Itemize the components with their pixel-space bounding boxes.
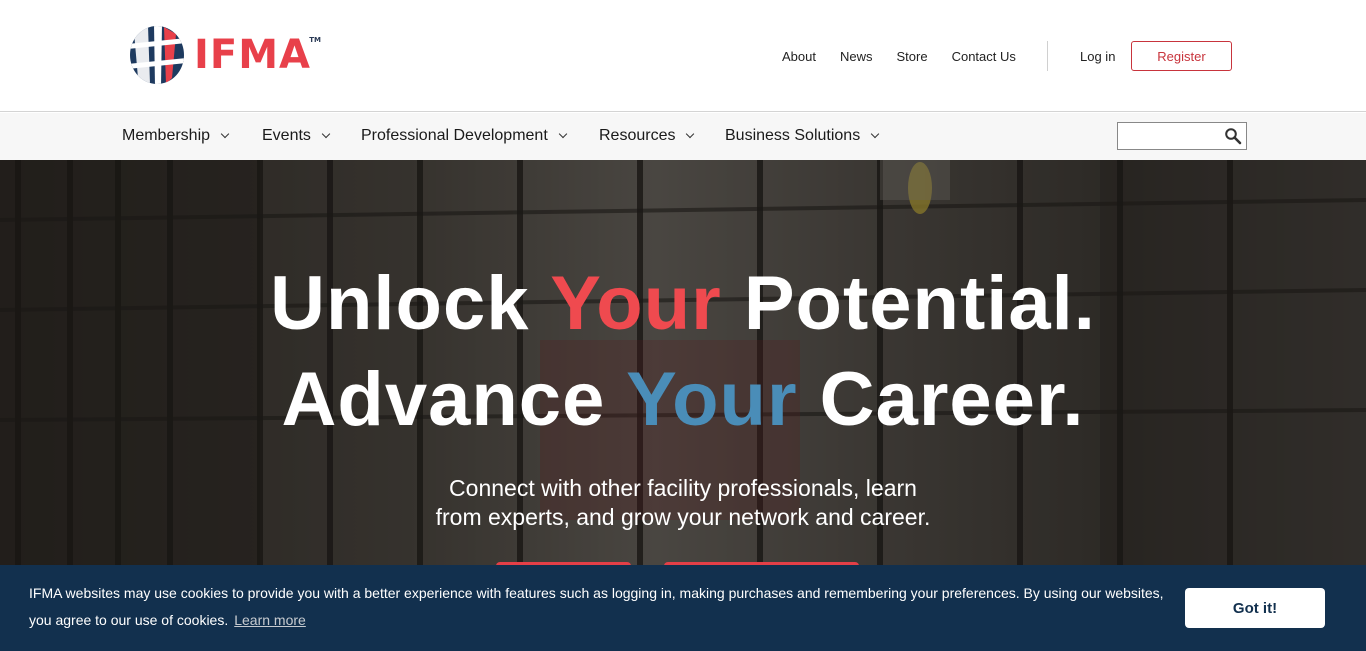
nav-item-professional-development[interactable]: Professional Development: [361, 127, 568, 145]
search-icon[interactable]: [1224, 127, 1242, 145]
hero-subtitle-line-1: Connect with other facility professional…: [449, 475, 917, 501]
hero-headline-line-1: Unlock Your Potential.: [270, 261, 1096, 346]
utility-link-news[interactable]: News: [840, 49, 873, 64]
nav-label: Resources: [599, 127, 676, 144]
login-link[interactable]: Log in: [1080, 49, 1115, 64]
hero-headline-line-2: Advance Your Career.: [281, 357, 1085, 442]
search-box: [1117, 122, 1247, 150]
nav-label: Professional Development: [361, 127, 548, 144]
cookie-accept-button[interactable]: Got it!: [1185, 588, 1325, 628]
globe-logo-icon: [130, 26, 184, 84]
logo-wordmark: IFMA TM: [194, 32, 321, 78]
nav-label: Membership: [122, 127, 211, 144]
nav-label: Events: [262, 127, 311, 144]
utility-link-contact[interactable]: Contact Us: [952, 49, 1016, 64]
main-nav: Membership Events Professional Developme…: [0, 113, 1366, 160]
ifma-logo[interactable]: IFMA TM: [128, 24, 321, 86]
cookie-message: IFMA websites may use cookies to provide…: [29, 585, 1164, 628]
header-divider: [1047, 41, 1048, 71]
cookie-banner: IFMA websites may use cookies to provide…: [0, 565, 1366, 651]
nav-item-membership[interactable]: Membership: [122, 127, 230, 145]
hero-subtitle: Connect with other facility professional…: [0, 474, 1366, 532]
site-header: IFMA TM About News Store Contact Us Log i…: [0, 0, 1366, 112]
logo-trademark: TM: [309, 36, 321, 44]
utility-nav: About News Store Contact Us: [782, 49, 1040, 64]
chevron-down-icon: [321, 129, 331, 139]
register-button[interactable]: Register: [1131, 41, 1232, 71]
nav-item-resources[interactable]: Resources: [599, 127, 695, 145]
nav-item-business-solutions[interactable]: Business Solutions: [725, 127, 880, 145]
chevron-down-icon: [686, 129, 695, 139]
search-input[interactable]: [1118, 123, 1218, 149]
utility-link-store[interactable]: Store: [897, 49, 928, 64]
hero-subtitle-line-2: from experts, and grow your network and …: [435, 504, 931, 530]
utility-link-about[interactable]: About: [782, 49, 816, 64]
chevron-down-icon: [558, 129, 568, 139]
chevron-down-icon: [870, 129, 880, 139]
nav-item-events[interactable]: Events: [262, 127, 331, 145]
chevron-down-icon: [220, 129, 230, 139]
cookie-learn-more-link[interactable]: Learn more: [234, 612, 306, 628]
nav-label: Business Solutions: [725, 127, 861, 144]
